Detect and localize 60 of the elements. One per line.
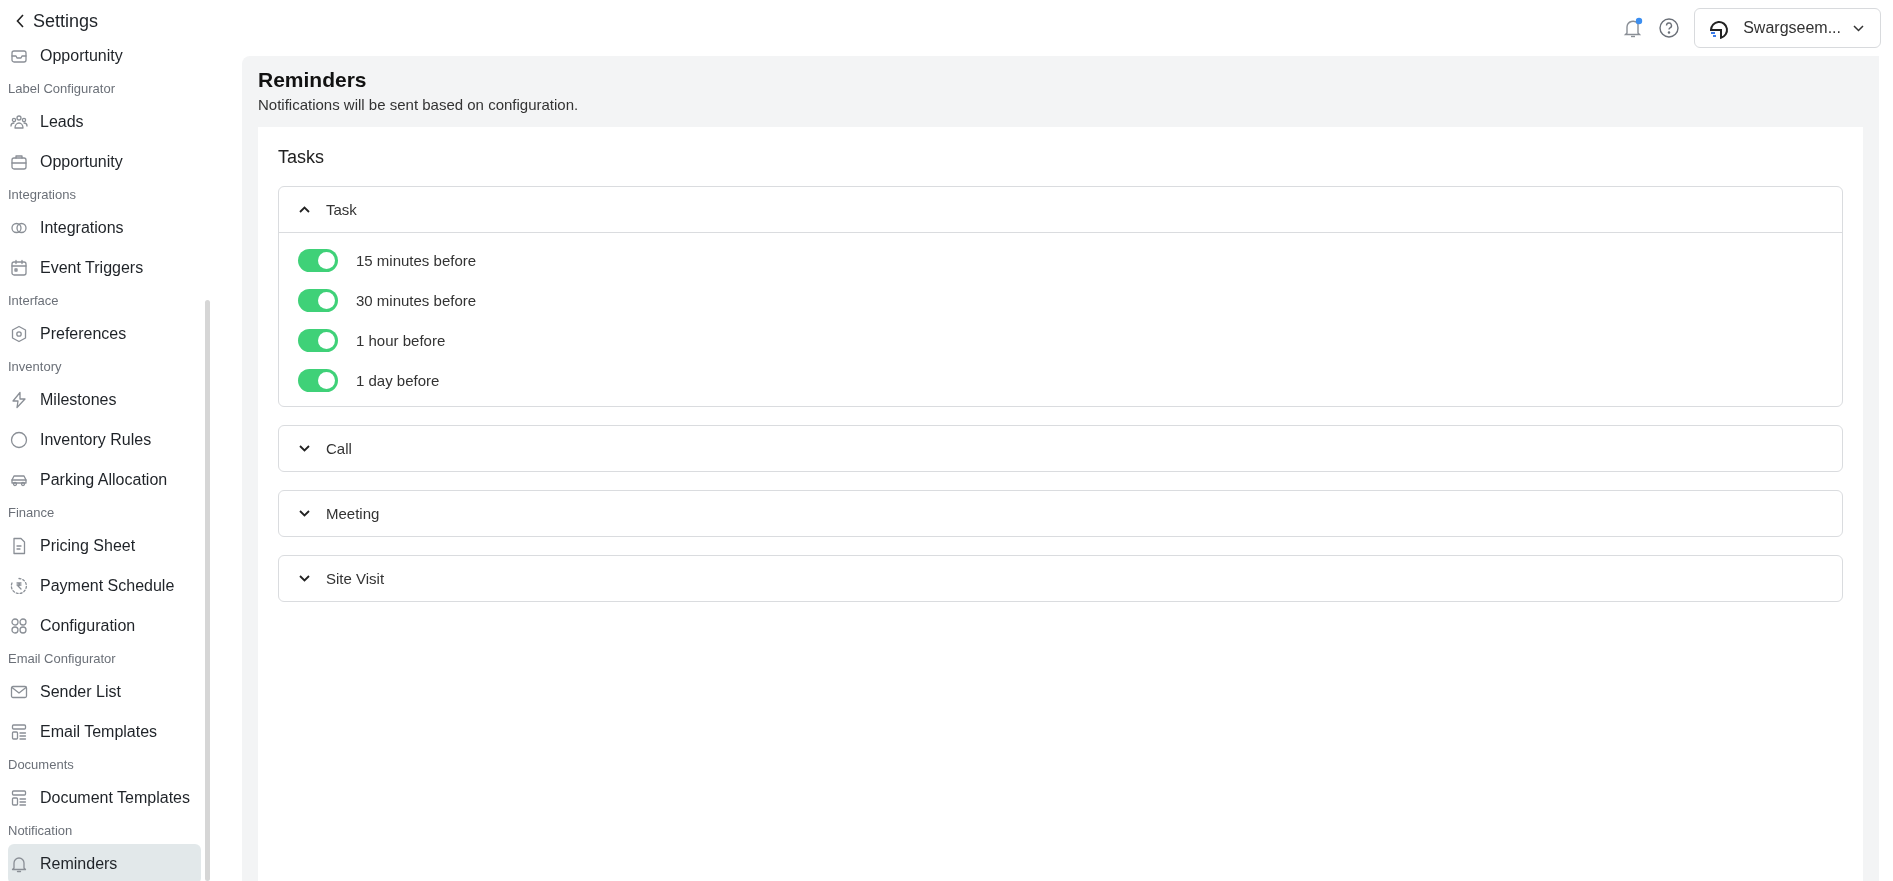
sidebar-item[interactable]: Preferences: [8, 314, 201, 354]
briefcase-icon: [10, 153, 28, 171]
document-icon: [10, 537, 28, 555]
bell-icon: [10, 855, 28, 873]
envelope-icon: [10, 683, 28, 701]
accordion-header[interactable]: Call: [279, 426, 1842, 471]
layout-icon: [10, 723, 28, 741]
sidebar-item[interactable]: Configuration: [8, 606, 201, 646]
sidebar-item[interactable]: Payment Schedule: [8, 566, 201, 606]
sidebar-item[interactable]: Reminders: [8, 844, 201, 881]
hexagon-icon: [10, 325, 28, 343]
toggle-switch[interactable]: [298, 289, 338, 312]
sidebar-item[interactable]: Email Templates: [8, 712, 201, 752]
section-label: Interface: [8, 292, 60, 310]
sidebar-item[interactable]: Parking Allocation: [8, 460, 201, 500]
help-icon[interactable]: [1658, 17, 1681, 39]
scrollbar[interactable]: [205, 300, 210, 881]
toggle-switch[interactable]: [298, 369, 338, 392]
tray-icon: [10, 47, 28, 65]
page-title: Reminders: [258, 68, 368, 92]
page-subtitle: Notifications will be sent based on configuration.: [258, 96, 580, 113]
people-icon: [10, 113, 28, 131]
accordion-header[interactable]: Meeting: [279, 491, 1842, 536]
sidebar-item[interactable]: Milestones: [8, 380, 201, 420]
section-label: Email Configurator: [8, 650, 117, 668]
card-title: Tasks: [278, 147, 325, 168]
option-label: 15 minutes before: [356, 252, 477, 269]
toggle-switch[interactable]: [298, 329, 338, 352]
section-label: Integrations: [8, 186, 77, 204]
section-label: Documents: [8, 756, 75, 774]
sidebar-item[interactable]: Opportunity: [8, 36, 201, 76]
option-label: 1 hour before: [356, 332, 446, 349]
section-label: Finance: [8, 504, 56, 522]
sidebar-item[interactable]: Opportunity: [8, 142, 201, 182]
sidebar-item[interactable]: Sender List: [8, 672, 201, 712]
circle-icon: [10, 431, 28, 449]
section-label: Label Configurator: [8, 80, 116, 98]
bell-icon[interactable]: [1622, 17, 1645, 39]
back-link[interactable]: Settings: [8, 0, 242, 36]
toggle-switch[interactable]: [298, 249, 338, 272]
section-label: Notification: [8, 822, 74, 840]
lightning-icon: [10, 391, 28, 409]
accordion-header[interactable]: Task: [279, 187, 1842, 232]
option-label: 30 minutes before: [356, 292, 477, 309]
sidebar-item[interactable]: Pricing Sheet: [8, 526, 201, 566]
layout-icon: [10, 789, 28, 807]
chevron-left-icon: [16, 14, 25, 28]
sidebar-item[interactable]: Inventory Rules: [8, 420, 201, 460]
workspace-menu[interactable]: Swargseem...: [1694, 8, 1881, 48]
sidebar-item[interactable]: Leads: [8, 102, 201, 142]
sidebar-item[interactable]: Document Templates: [8, 778, 201, 818]
coin-icon: [10, 577, 28, 595]
accordion-header[interactable]: Site Visit: [279, 556, 1842, 601]
chevron-down-icon: [1853, 24, 1864, 32]
sidebar-item[interactable]: Event Triggers: [8, 248, 201, 288]
sidebar-item[interactable]: Integrations: [8, 208, 201, 248]
section-label: Inventory: [8, 358, 63, 376]
option-label: 1 day before: [356, 372, 440, 389]
grid-icon: [10, 617, 28, 635]
calendar-icon: [10, 259, 28, 277]
